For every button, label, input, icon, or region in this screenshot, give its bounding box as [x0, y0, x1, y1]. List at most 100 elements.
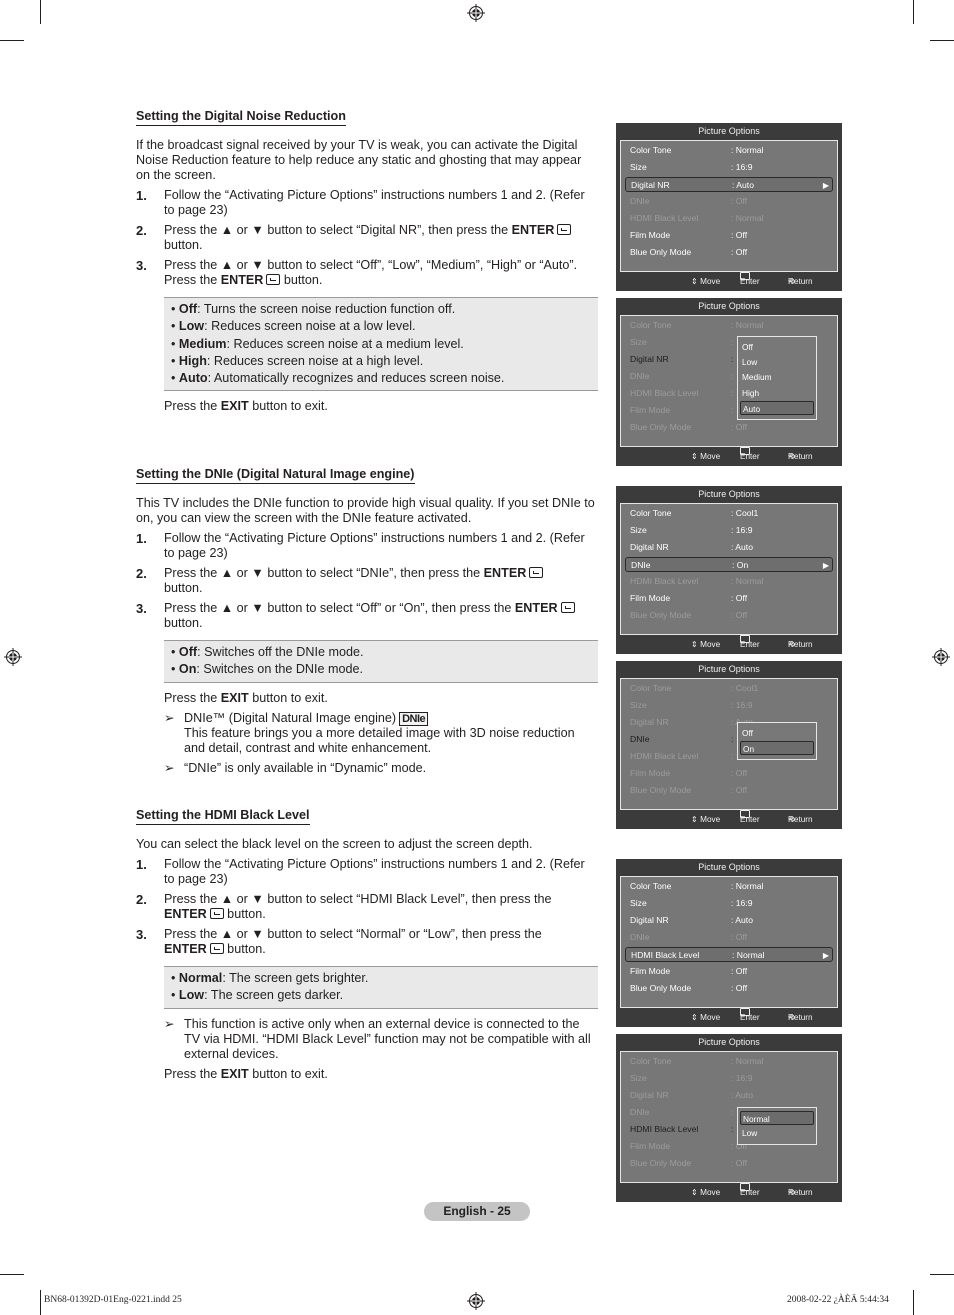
menu-row[interactable]: Size: 16:9 — [625, 523, 833, 538]
menu-title: Picture Options — [698, 301, 760, 311]
popup-option[interactable]: High — [740, 386, 814, 400]
popup-option[interactable]: Low — [740, 1126, 814, 1140]
popup-option[interactable]: Auto — [740, 400, 814, 415]
menu-row[interactable]: Digital NR: Auto — [625, 1088, 833, 1103]
tv-menu-picture-options: Picture Options Color Tone: Normal Size: 1… — [616, 859, 842, 1027]
menu-row-value: : Normal — [731, 1056, 764, 1066]
menu-row[interactable]: HDMI Black Level: Normal ▶ — [625, 947, 833, 962]
menu-row-value: : Normal — [731, 576, 764, 586]
menu-row[interactable]: Color Tone: Normal — [625, 879, 833, 894]
menu-row[interactable]: Color Tone: Normal — [625, 143, 833, 158]
exit-instruction: Press the EXIT button to exit. — [136, 1067, 598, 1082]
step-number: 2. — [136, 223, 147, 238]
menu-row[interactable]: Color Tone: Normal — [625, 318, 833, 333]
note: ➢ DNIe™ (Digital Natural Image engine) DN… — [136, 711, 598, 756]
option-popup: Off On — [737, 722, 817, 760]
crop-mark — [40, 0, 41, 24]
menu-row-value: : On — [732, 560, 749, 570]
menu-row[interactable]: Size: 16:9 — [625, 698, 833, 713]
step-number: 3. — [136, 601, 147, 616]
popup-option[interactable]: Off — [740, 726, 814, 740]
option-term: Medium — [178, 336, 227, 351]
menu-row[interactable]: DNIe: Off — [625, 194, 833, 209]
note-text: This feature brings you a more detailed … — [184, 725, 575, 755]
step-text: button. — [223, 907, 266, 921]
step-text: Press the ▲ or ▼ button to select “Off” … — [164, 601, 515, 615]
note-arrow-icon: ➢ — [164, 1016, 175, 1031]
tv-menu-picture-options: Picture Options Color Tone: Normal Size: 1… — [616, 1034, 842, 1202]
menu-row-value: : Cool1 — [731, 683, 759, 693]
menu-row-value: : Off — [731, 983, 748, 993]
menu-row[interactable]: HDMI Black Level: Normal — [625, 574, 833, 589]
step-number: 2. — [136, 566, 147, 581]
menu-row[interactable]: Digital NR: Auto — [625, 540, 833, 555]
slug-timestamp: 2008-02-22 ¿ÀÈÄ 5:44:34 — [787, 1295, 889, 1305]
menu-row[interactable]: Size: 16:9 — [625, 1071, 833, 1086]
menu-row[interactable]: Color Tone: Cool1 — [625, 506, 833, 521]
menu-row[interactable]: Blue Only Mode: Off — [625, 981, 833, 996]
menu-row-value: : Off — [731, 966, 748, 976]
enter-hint-label: Enter — [740, 277, 760, 286]
menu-row[interactable]: Size: 16:9 — [625, 160, 833, 175]
menu-row-label: Film Mode — [630, 593, 671, 603]
crop-mark — [0, 1274, 24, 1275]
note-text: “DNIe” is only available in “Dynamic” mo… — [184, 760, 427, 775]
menu-row[interactable]: DNIe: On ▶ — [625, 557, 833, 572]
menu-panel: Color Tone: Normal Size: 16:9 Digital NR: … — [620, 140, 838, 272]
option-list: • Normal: The screen gets brighter. • Lo… — [164, 966, 598, 1009]
option-item: • Medium: Reduces screen noise at a medi… — [171, 336, 464, 351]
option-item: • Off: Turns the screen noise reduction … — [171, 302, 456, 316]
section-heading: Setting the Digital Noise Reduction — [136, 109, 346, 126]
step-number: 1. — [136, 188, 147, 203]
crop-mark — [0, 40, 24, 41]
key-name: ENTER — [164, 907, 207, 921]
popup-option[interactable]: Low — [740, 355, 814, 369]
step-text: button. — [164, 581, 203, 595]
menu-row[interactable]: Blue Only Mode: Off — [625, 245, 833, 260]
menu-row[interactable]: Blue Only Mode: Off — [625, 1156, 833, 1171]
step: 2. Press the ▲ or ▼ button to select “DN… — [136, 566, 598, 596]
option-desc: : Reduces screen noise at a medium level… — [226, 336, 464, 351]
key-name: ENTER — [164, 942, 207, 956]
menu-panel: Color Tone: Normal Size: Digital NR: DNIe: H… — [620, 315, 838, 447]
submenu-arrow-icon: ▶ — [822, 951, 829, 960]
tv-menu-picture-options: Picture Options Color Tone: Cool1 Size: 16… — [616, 661, 842, 829]
menu-row[interactable]: Film Mode: Off — [625, 591, 833, 606]
registration-mark-icon — [932, 648, 950, 666]
note: ➢ This function is active only when an e… — [136, 1017, 598, 1062]
menu-row[interactable]: Film Mode: Off — [625, 228, 833, 243]
menu-row[interactable]: Color Tone: Cool1 — [625, 681, 833, 696]
menu-row-value: : Off — [731, 247, 748, 257]
popup-option[interactable]: On — [740, 741, 814, 756]
menu-row-value: : Off — [731, 1158, 748, 1168]
menu-row[interactable]: Blue Only Mode: Off — [625, 783, 833, 798]
menu-row[interactable]: Color Tone: Normal — [625, 1054, 833, 1069]
menu-title: Picture Options — [698, 1037, 760, 1047]
menu-row[interactable]: Film Mode: Off — [625, 964, 833, 979]
step-text: Press the ▲ or ▼ button to select “Norma… — [164, 927, 542, 941]
menu-row[interactable]: DNIe: Off — [625, 930, 833, 945]
enter-icon — [266, 274, 281, 285]
option-item: • Low: The screen gets darker. — [171, 988, 344, 1003]
option-popup: Normal Low — [737, 1107, 817, 1145]
menu-row[interactable]: Film Mode: Off — [625, 766, 833, 781]
menu-row-value: : — [731, 751, 734, 761]
menu-row-label: DNIe — [630, 1107, 650, 1117]
menu-row-value: : Normal — [731, 145, 764, 155]
step-text: button. — [164, 616, 203, 630]
menu-row[interactable]: Blue Only Mode: Off — [625, 420, 833, 435]
menu-row[interactable]: Digital NR: Auto ▶ — [625, 177, 833, 192]
section-heading: Setting the HDMI Black Level — [136, 808, 310, 825]
popup-option[interactable]: Off — [740, 340, 814, 354]
popup-option[interactable]: Medium — [740, 370, 814, 384]
menu-row[interactable]: Digital NR: Auto — [625, 913, 833, 928]
menu-row-label: HDMI Black Level — [630, 388, 699, 398]
enter-hint-label: Enter — [740, 640, 760, 649]
menu-row[interactable]: Blue Only Mode: Off — [625, 608, 833, 623]
menu-row[interactable]: HDMI Black Level: Normal — [625, 211, 833, 226]
menu-row-label: DNIe — [631, 560, 651, 570]
option-desc: : Reduces screen noise at a low level. — [204, 319, 416, 334]
popup-option[interactable]: Normal — [740, 1111, 814, 1125]
menu-row[interactable]: Size: 16:9 — [625, 896, 833, 911]
return-hint-label: Return — [788, 277, 813, 286]
